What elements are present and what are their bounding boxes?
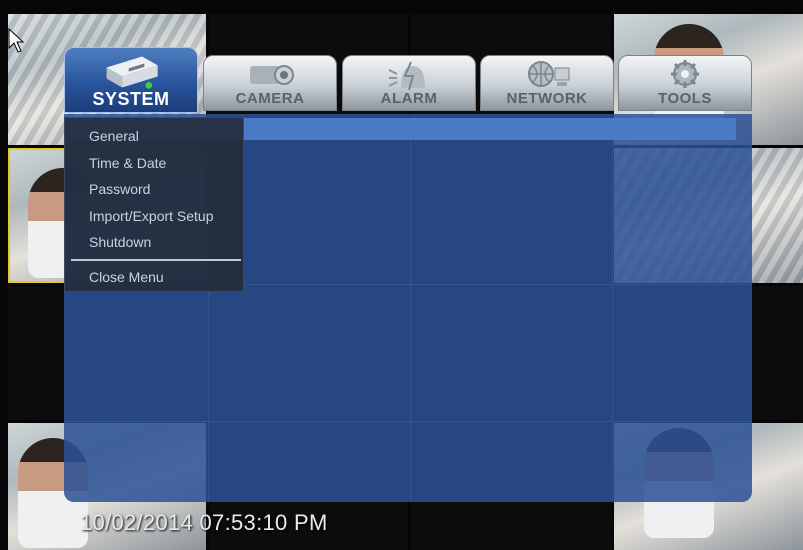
camera-icon bbox=[250, 65, 294, 85]
tab-tools-label: TOOLS bbox=[658, 90, 712, 107]
main-tab-bar: SYSTEM CAMERA ALARM NETWORK TOOLS bbox=[64, 47, 754, 113]
tab-system[interactable]: SYSTEM bbox=[64, 47, 198, 113]
menu-item-shutdown[interactable]: Shutdown bbox=[89, 234, 151, 250]
system-menu: General Time & Date Password Import/Expo… bbox=[64, 117, 244, 292]
tools-icon bbox=[671, 60, 699, 88]
tab-network[interactable]: NETWORK bbox=[480, 55, 614, 111]
tab-alarm[interactable]: ALARM bbox=[342, 55, 476, 111]
menu-item-general[interactable]: General bbox=[89, 128, 139, 144]
menu-item-time-date[interactable]: Time & Date bbox=[89, 155, 166, 171]
network-icon bbox=[528, 61, 570, 87]
alarm-icon bbox=[388, 61, 425, 91]
menu-item-close-menu[interactable]: Close Menu bbox=[89, 269, 164, 285]
menu-item-password[interactable]: Password bbox=[89, 181, 150, 197]
tab-camera[interactable]: CAMERA bbox=[203, 55, 337, 111]
timestamp-overlay: 10/02/2014 07:53:10 PM bbox=[80, 510, 328, 535]
mouse-cursor-icon bbox=[8, 28, 24, 53]
tab-system-label: SYSTEM bbox=[92, 89, 170, 109]
menu-item-import-export-setup[interactable]: Import/Export Setup bbox=[89, 208, 214, 224]
tab-tools[interactable]: TOOLS bbox=[618, 55, 752, 111]
tab-camera-label: CAMERA bbox=[235, 90, 305, 107]
tab-network-label: NETWORK bbox=[506, 90, 588, 107]
dvr-screen: SYSTEM CAMERA ALARM NETWORK TOOLS Genera… bbox=[0, 0, 803, 550]
menu-separator bbox=[71, 259, 241, 261]
dvr-recorder-icon bbox=[106, 56, 158, 89]
tab-alarm-label: ALARM bbox=[380, 90, 438, 107]
